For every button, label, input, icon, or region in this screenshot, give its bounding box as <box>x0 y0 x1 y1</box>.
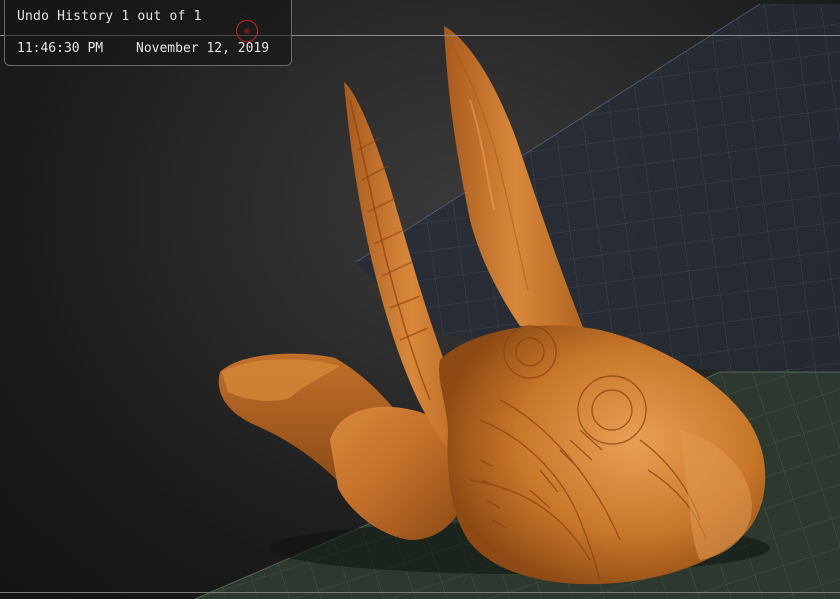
undo-history-title: Undo History 1 out of 1 <box>17 9 202 24</box>
3d-viewport[interactable]: Undo History 1 out of 1 11:46:30 PM Nove… <box>0 0 840 599</box>
undo-position-marker[interactable] <box>236 20 258 42</box>
viewport-bottom-border <box>0 592 840 593</box>
marker-dot-icon <box>244 28 250 34</box>
undo-date-label: November 12, 2019 <box>136 41 270 56</box>
undo-time-label: 11:46:30 PM <box>17 41 104 56</box>
sculpt-scene <box>194 3 840 599</box>
